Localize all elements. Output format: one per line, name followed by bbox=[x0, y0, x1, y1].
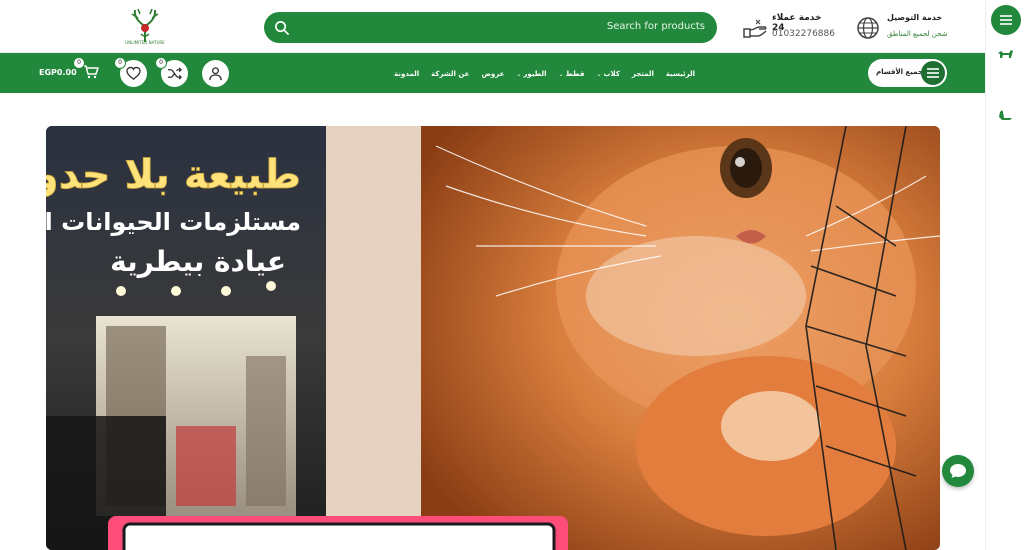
account-button[interactable] bbox=[202, 60, 229, 87]
menu-item-home[interactable]: الرئيسية bbox=[666, 67, 695, 81]
top-header: UNLIMITED NATURE Search for products خدم… bbox=[0, 0, 985, 53]
all-categories-label: جميع الأقسام bbox=[876, 68, 923, 76]
logo-caption: UNLIMITED NATURE bbox=[125, 40, 165, 45]
menu-item-cats[interactable]: قطط ⌄ bbox=[559, 67, 585, 81]
menu-item-offers[interactable]: عروض bbox=[481, 67, 504, 81]
chevron-down-icon: ⌄ bbox=[558, 70, 564, 78]
hero-sign-line1: طبيعة بلا حدود bbox=[46, 152, 301, 198]
cart-total[interactable]: EGP0.00 bbox=[39, 68, 77, 77]
search-input[interactable]: Search for products bbox=[607, 21, 705, 32]
page: { "header": { "logo_alt": "Unlimited Nat… bbox=[0, 0, 1024, 550]
wishlist-count-badge: 0 bbox=[114, 57, 126, 69]
search-bar[interactable]: Search for products bbox=[264, 12, 717, 43]
menu-item-birds[interactable]: الطيور ⌄ bbox=[516, 67, 546, 81]
hero-image: طبيعة بلا حدود مستلزمات الحيوانات الأليف… bbox=[46, 126, 940, 550]
bird-icon[interactable] bbox=[996, 108, 1014, 122]
menu-item-about[interactable]: عن الشركة bbox=[431, 67, 469, 81]
chevron-down-icon: ⌄ bbox=[516, 70, 522, 78]
menu-item-blog[interactable]: المدونة bbox=[394, 67, 419, 81]
main-navbar: EGP0.00 0 0 0 الرئيسية المتجر كلاب ⌄ قطط… bbox=[0, 53, 985, 93]
hero-sign-line3: عيادة بيطرية bbox=[110, 245, 286, 278]
cart-count-badge: 0 bbox=[73, 57, 85, 69]
delivery-subtitle: شحن لجميع المناطق bbox=[887, 30, 948, 38]
cart-icon[interactable] bbox=[83, 65, 99, 79]
main-menu: الرئيسية المتجر كلاب ⌄ قطط ⌄ الطيور ⌄ عروض … bbox=[394, 67, 695, 81]
shuffle-icon bbox=[167, 67, 182, 80]
delivery-service[interactable]: خدمة التوصيل شحن لجميع المناطق bbox=[855, 10, 955, 44]
hero-sign-line2: مستلزمات الحيوانات الأليفة bbox=[46, 207, 301, 236]
menu-item-shop[interactable]: المتجر bbox=[632, 67, 654, 81]
side-menu-button[interactable] bbox=[991, 5, 1021, 35]
compare-count-badge: 0 bbox=[155, 57, 167, 69]
customer-support[interactable]: خدمة عملاء 24 01032276886 bbox=[742, 10, 837, 44]
heart-icon bbox=[126, 66, 141, 80]
support-phone[interactable]: 01032276886 bbox=[772, 29, 835, 39]
search-icon[interactable] bbox=[274, 20, 289, 35]
delivery-title: خدمة التوصيل bbox=[887, 13, 943, 22]
user-icon bbox=[209, 67, 222, 81]
hero-banner[interactable]: طبيعة بلا حدود مستلزمات الحيوانات الأليف… bbox=[46, 126, 940, 550]
chat-button[interactable] bbox=[942, 455, 974, 487]
chevron-down-icon: ⌄ bbox=[596, 70, 602, 78]
all-categories-button[interactable]: جميع الأقسام bbox=[868, 59, 947, 87]
support-hand-icon bbox=[743, 19, 767, 38]
dog-icon[interactable] bbox=[996, 47, 1014, 61]
globe-icon bbox=[857, 17, 879, 39]
menu-icon bbox=[1000, 15, 1012, 25]
menu-icon bbox=[921, 61, 945, 85]
menu-item-dogs[interactable]: كلاب ⌄ bbox=[596, 67, 619, 81]
side-rail bbox=[985, 0, 1024, 550]
chat-icon bbox=[950, 464, 966, 478]
